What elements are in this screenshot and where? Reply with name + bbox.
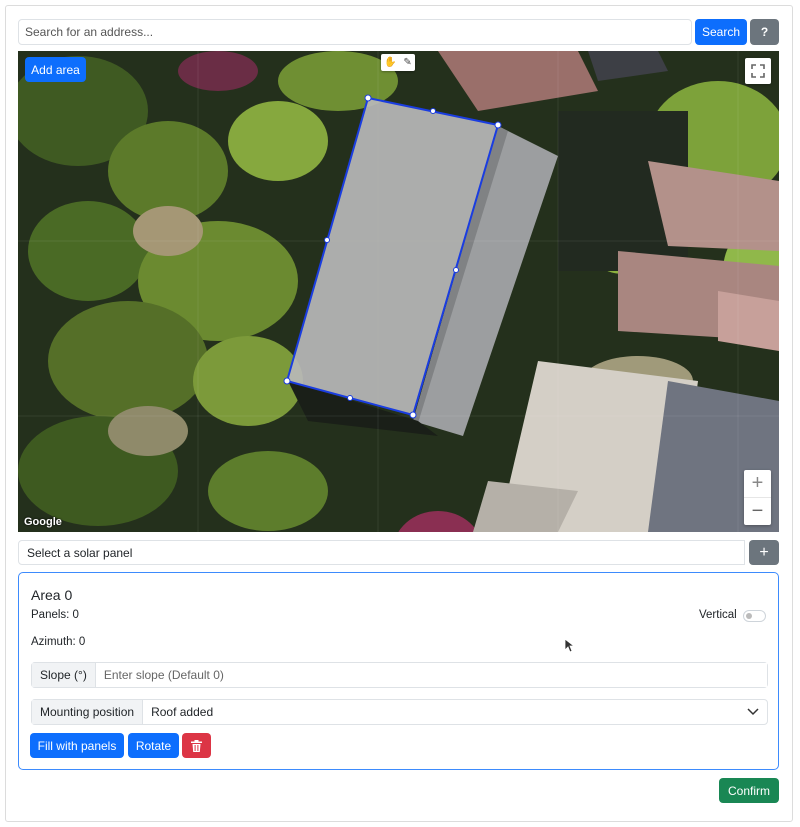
- address-search-input[interactable]: [18, 19, 692, 45]
- slope-input-group: Slope (°): [31, 662, 768, 688]
- add-area-button[interactable]: Add area: [25, 57, 86, 82]
- polygon-draw-icon[interactable]: ✎: [403, 57, 411, 68]
- mounting-label: Mounting position: [32, 700, 144, 724]
- polygon-midpoint-handle[interactable]: [347, 395, 353, 401]
- slope-label: Slope (°): [32, 663, 96, 687]
- fullscreen-button[interactable]: [745, 58, 771, 84]
- mouse-cursor-icon: [564, 638, 574, 653]
- slope-input[interactable]: [95, 663, 767, 687]
- area-card: Area 0 Panels: 0 Vertical Azimuth: 0 Slo…: [18, 572, 779, 770]
- panels-count: Panels: 0: [31, 609, 79, 621]
- zoom-out-button[interactable]: −: [744, 498, 771, 525]
- polygon-vertex-handle[interactable]: [283, 377, 291, 385]
- mounting-select[interactable]: Roof added: [143, 700, 767, 724]
- satellite-map[interactable]: Add area ✋ ✎ + − Google: [18, 51, 779, 532]
- fill-with-panels-button[interactable]: Fill with panels: [30, 733, 124, 758]
- trash-icon: [191, 739, 202, 752]
- polygon-vertex-handle[interactable]: [494, 121, 502, 129]
- hand-icon[interactable]: ✋: [384, 57, 396, 68]
- google-logo: Google: [24, 516, 62, 528]
- mounting-value: Roof added: [151, 705, 214, 719]
- solar-panel-select[interactable]: Select a solar panel: [18, 540, 745, 565]
- fullscreen-icon: [751, 64, 765, 78]
- zoom-in-button[interactable]: +: [744, 471, 771, 498]
- polygon-vertex-handle[interactable]: [409, 411, 417, 419]
- mounting-input-group: Mounting position Roof added: [31, 699, 768, 725]
- chevron-down-icon: [747, 708, 759, 716]
- drawing-toolbar: ✋ ✎: [381, 54, 415, 71]
- polygon-midpoint-handle[interactable]: [430, 108, 436, 114]
- polygon-vertex-handle[interactable]: [364, 94, 372, 102]
- area-title: Area 0: [31, 587, 73, 603]
- rotate-button[interactable]: Rotate: [128, 733, 179, 758]
- confirm-button[interactable]: Confirm: [719, 778, 779, 803]
- roof-area-polygon[interactable]: [18, 51, 779, 532]
- vertical-toggle[interactable]: [743, 610, 766, 622]
- search-button[interactable]: Search: [695, 19, 747, 45]
- zoom-control: + −: [744, 470, 771, 525]
- delete-area-button[interactable]: [182, 733, 211, 758]
- add-panel-button[interactable]: +: [749, 540, 779, 565]
- help-button[interactable]: ?: [750, 19, 779, 45]
- polygon-midpoint-handle[interactable]: [324, 237, 330, 243]
- vertical-label: Vertical: [699, 609, 737, 621]
- azimuth-value: Azimuth: 0: [31, 636, 86, 648]
- polygon-midpoint-handle[interactable]: [453, 267, 459, 273]
